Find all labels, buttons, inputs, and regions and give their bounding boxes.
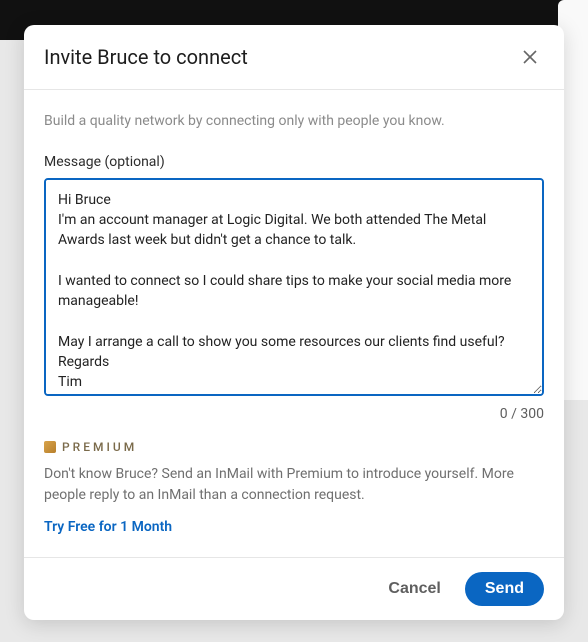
modal-title: Invite Bruce to connect [44, 45, 248, 69]
message-label: Message (optional) [44, 154, 544, 170]
cancel-button[interactable]: Cancel [378, 574, 450, 604]
premium-description: Don't know Bruce? Send an InMail with Pr… [44, 464, 544, 506]
premium-label-text: PREMIUM [62, 440, 137, 454]
send-button[interactable]: Send [465, 572, 544, 606]
modal-footer: Cancel Send [24, 557, 564, 620]
close-button[interactable] [516, 43, 544, 71]
char-count: 0 / 300 [44, 406, 544, 422]
modal-body: Build a quality network by connecting on… [24, 90, 564, 557]
modal-header: Invite Bruce to connect [24, 25, 564, 90]
premium-icon [44, 441, 56, 453]
premium-try-link[interactable]: Try Free for 1 Month [44, 519, 172, 535]
close-icon [520, 47, 540, 67]
premium-section: PREMIUM Don't know Bruce? Send an InMail… [44, 440, 544, 535]
invite-modal: Invite Bruce to connect Build a quality … [24, 25, 564, 620]
premium-badge: PREMIUM [44, 440, 544, 454]
modal-subtitle: Build a quality network by connecting on… [44, 112, 544, 132]
message-textarea[interactable] [44, 178, 544, 396]
